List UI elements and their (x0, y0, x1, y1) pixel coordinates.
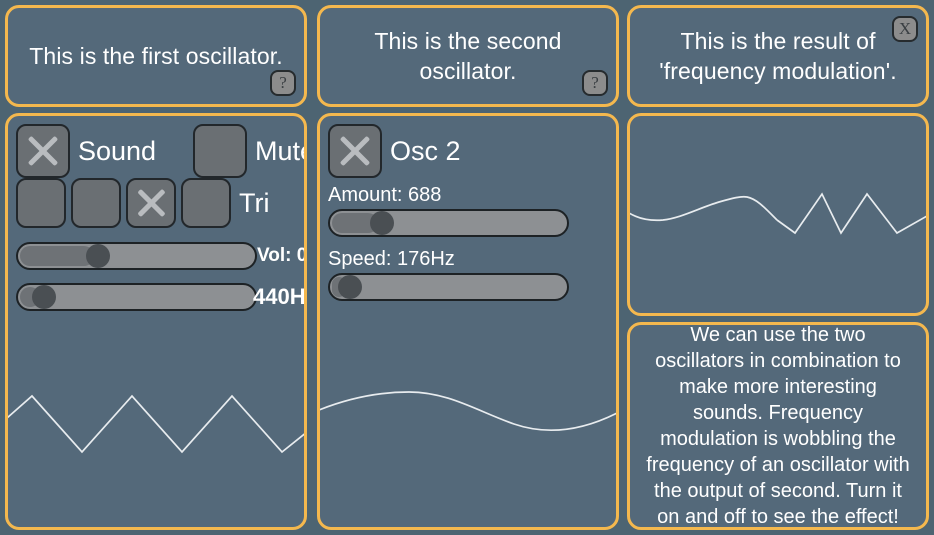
waveform-label: Tri (239, 187, 270, 218)
question-mark-icon[interactable]: ? (582, 70, 608, 96)
mute-label: Mute (255, 135, 304, 166)
message-card-second-oscillator: This is the second oscillator. ? (317, 5, 619, 107)
close-x-icon[interactable]: X (892, 16, 918, 42)
speed-slider-thumb[interactable] (338, 275, 362, 299)
osc2-enable-row: Osc 2 (328, 124, 461, 178)
oscillator-1-panel: Sound Mute Tri Vol: 0.3 440Hz (5, 113, 307, 530)
message-text: This is the first oscillator. (29, 43, 283, 69)
frequency-value-label: 440Hz (253, 284, 306, 309)
osc1-waveform-row: Tri (16, 178, 269, 228)
check-x-icon (330, 126, 380, 176)
osc2-enable-checkbox[interactable] (328, 124, 382, 178)
osc1-waveform-display (8, 360, 304, 470)
waveform-option-sin-checkbox[interactable] (16, 178, 66, 228)
check-x-icon (18, 126, 68, 176)
speed-slider[interactable] (328, 273, 569, 301)
amount-slider[interactable] (328, 209, 569, 237)
waveform-option-tri-checkbox[interactable] (126, 178, 176, 228)
frequency-slider-thumb[interactable] (32, 285, 56, 309)
osc2-waveform-svg (320, 391, 616, 432)
question-mark-icon[interactable]: ? (270, 70, 296, 96)
osc2-label: Osc 2 (390, 135, 461, 166)
message-card-fm-result: This is the result of 'frequency modulat… (627, 5, 929, 107)
waveform-option-sqr-checkbox[interactable] (181, 178, 231, 228)
sound-checkbox[interactable] (16, 124, 70, 178)
fm-waveform-display (630, 116, 926, 313)
sound-label: Sound (78, 135, 157, 166)
message-text: This is the result of 'frequency modulat… (659, 28, 897, 84)
osc1-waveform-svg (8, 394, 304, 454)
speed-label: Speed: 176Hz (328, 248, 455, 270)
message-card-first-oscillator: This is the first oscillator. ? (5, 5, 307, 107)
osc1-mute-row: Mute (193, 124, 304, 178)
explanation-text: We can use the two oscillators in combin… (646, 324, 910, 528)
volume-slider-thumb[interactable] (86, 244, 110, 268)
fm-result-panel (627, 113, 929, 316)
frequency-slider[interactable] (16, 283, 257, 311)
check-x-icon (128, 180, 174, 226)
amount-slider-thumb[interactable] (370, 211, 394, 235)
volume-value-label: Vol: 0.3 (257, 245, 307, 266)
osc1-sound-row: Sound (16, 124, 156, 178)
explanation-panel: We can use the two oscillators in combin… (627, 322, 929, 530)
oscillator-2-panel: Osc 2 Amount: 688 Speed: 176Hz (317, 113, 619, 530)
volume-slider[interactable] (16, 242, 257, 270)
osc2-waveform-display (320, 368, 616, 468)
mute-checkbox[interactable] (193, 124, 247, 178)
fm-waveform-svg (630, 192, 926, 235)
volume-slider-fill (20, 246, 94, 266)
message-text: This is the second oscillator. (374, 28, 562, 84)
waveform-option-saw-checkbox[interactable] (71, 178, 121, 228)
amount-label: Amount: 688 (328, 184, 442, 206)
